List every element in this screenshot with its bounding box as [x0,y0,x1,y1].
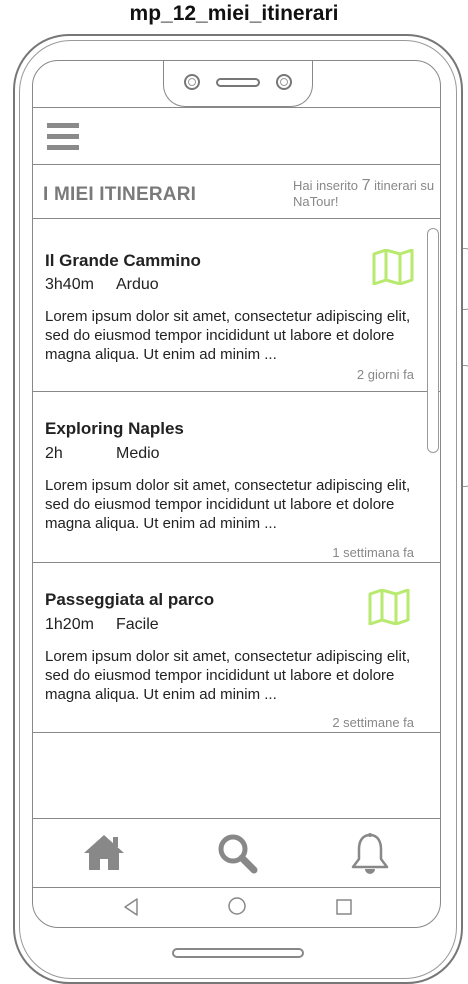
notch [163,61,313,107]
itinerary-card[interactable]: Passeggiata al parco 1h20m Facile Lorem i… [33,563,440,732]
summary-count: 7 [361,177,371,194]
divider [33,164,440,165]
itinerary-card[interactable]: Il Grande Cammino 3h40m Arduo Lorem ipsum… [33,219,440,391]
itinerary-title: Exploring Naples [45,419,184,438]
scrollbar[interactable] [427,228,439,453]
back-icon[interactable] [121,897,141,917]
itinerary-duration: 1h20m [45,616,94,633]
divider [33,818,440,819]
itinerary-title: Il Grande Cammino [45,251,201,270]
power-button [463,365,468,487]
itinerary-meta: 1h20m Facile [45,616,159,634]
itinerary-title: Passeggiata al parco [45,590,215,609]
phone-screen: I MIEI ITINERARI Hai inserito 7 itinerar… [32,60,441,928]
search-icon[interactable] [216,832,258,874]
itinerary-meta: 2h Medio [45,445,160,463]
frame-title: mp_12_miei_itinerari [129,2,339,25]
itinerary-description: Lorem ipsum dolor sit amet, consectetur … [45,648,411,703]
bell-icon[interactable] [349,832,391,876]
itinerary-description: Lorem ipsum dolor sit amet, consectetur … [45,477,411,532]
itinerary-duration: 2h [45,445,63,462]
itinerary-difficulty: Arduo [116,276,159,293]
itinerary-duration: 3h40m [45,276,94,293]
volume-button [463,248,468,310]
itinerary-difficulty: Medio [116,445,160,462]
itinerary-count-summary: Hai inserito 7 itinerari su NaTour! [293,178,438,210]
map-icon[interactable] [368,589,410,625]
itinerary-time-ago: 2 giorni fa [356,367,414,382]
itinerary-meta: 3h40m Arduo [45,276,159,294]
itinerary-time-ago: 2 settimane fa [332,715,414,730]
summary-prefix: Hai inserito [293,178,362,193]
front-camera-icon [184,74,200,90]
page-title: I MIEI ITINERARI [43,184,197,205]
recents-square-icon[interactable] [334,897,354,917]
divider [33,887,440,888]
divider [33,732,440,733]
map-icon[interactable] [372,249,414,285]
itinerary-card[interactable]: Exploring Naples 2h Medio Lorem ipsum dol… [33,392,440,562]
speaker-grille [216,78,260,87]
home-indicator [172,948,304,958]
home-circle-icon[interactable] [227,896,247,916]
itinerary-description: Lorem ipsum dolor sit amet, consectetur … [45,308,411,363]
divider [33,107,440,108]
sensor-icon [276,74,292,90]
home-icon[interactable] [81,832,127,872]
hamburger-menu-icon[interactable] [47,123,79,156]
itinerary-difficulty: Facile [116,616,159,633]
itinerary-time-ago: 1 settimana fa [332,545,414,560]
